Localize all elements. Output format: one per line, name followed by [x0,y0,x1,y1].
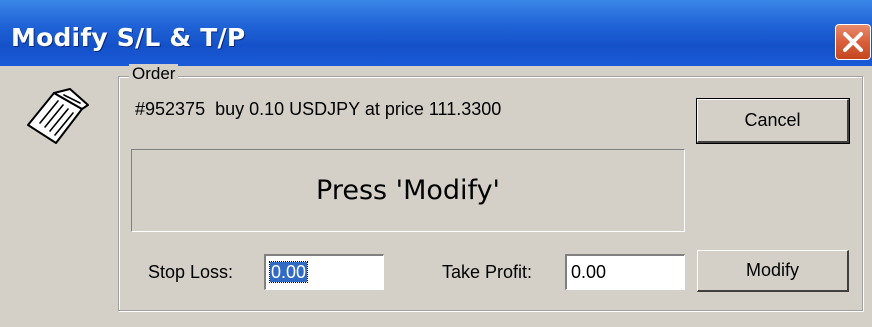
take-profit-value: 0.00 [571,262,607,282]
order-group-label: Order [129,64,179,84]
order-document-icon [24,87,92,154]
take-profit-label: Take Profit: [442,262,533,282]
title-bar[interactable]: Modify S/L & T/P [0,0,872,66]
stop-loss-value: 0.00 [268,261,309,283]
stop-loss-label: Stop Loss: [148,262,234,282]
modify-button[interactable]: Modify [697,250,849,292]
status-panel: Press 'Modify' [131,149,685,232]
stop-loss-input[interactable]: 0.00 [264,254,384,290]
take-profit-input[interactable]: 0.00 [565,254,685,290]
status-message: Press 'Modify' [316,175,500,206]
close-button[interactable] [835,24,871,60]
order-info-text: #952375 buy 0.10 USDJPY at price 111.330… [135,99,502,119]
cancel-button[interactable]: Cancel [696,98,850,144]
close-icon [843,32,863,52]
modify-sl-tp-dialog: Modify S/L & T/P Order #952375 buy 0.10 … [0,0,872,327]
window-title: Modify S/L & T/P [11,23,246,52]
